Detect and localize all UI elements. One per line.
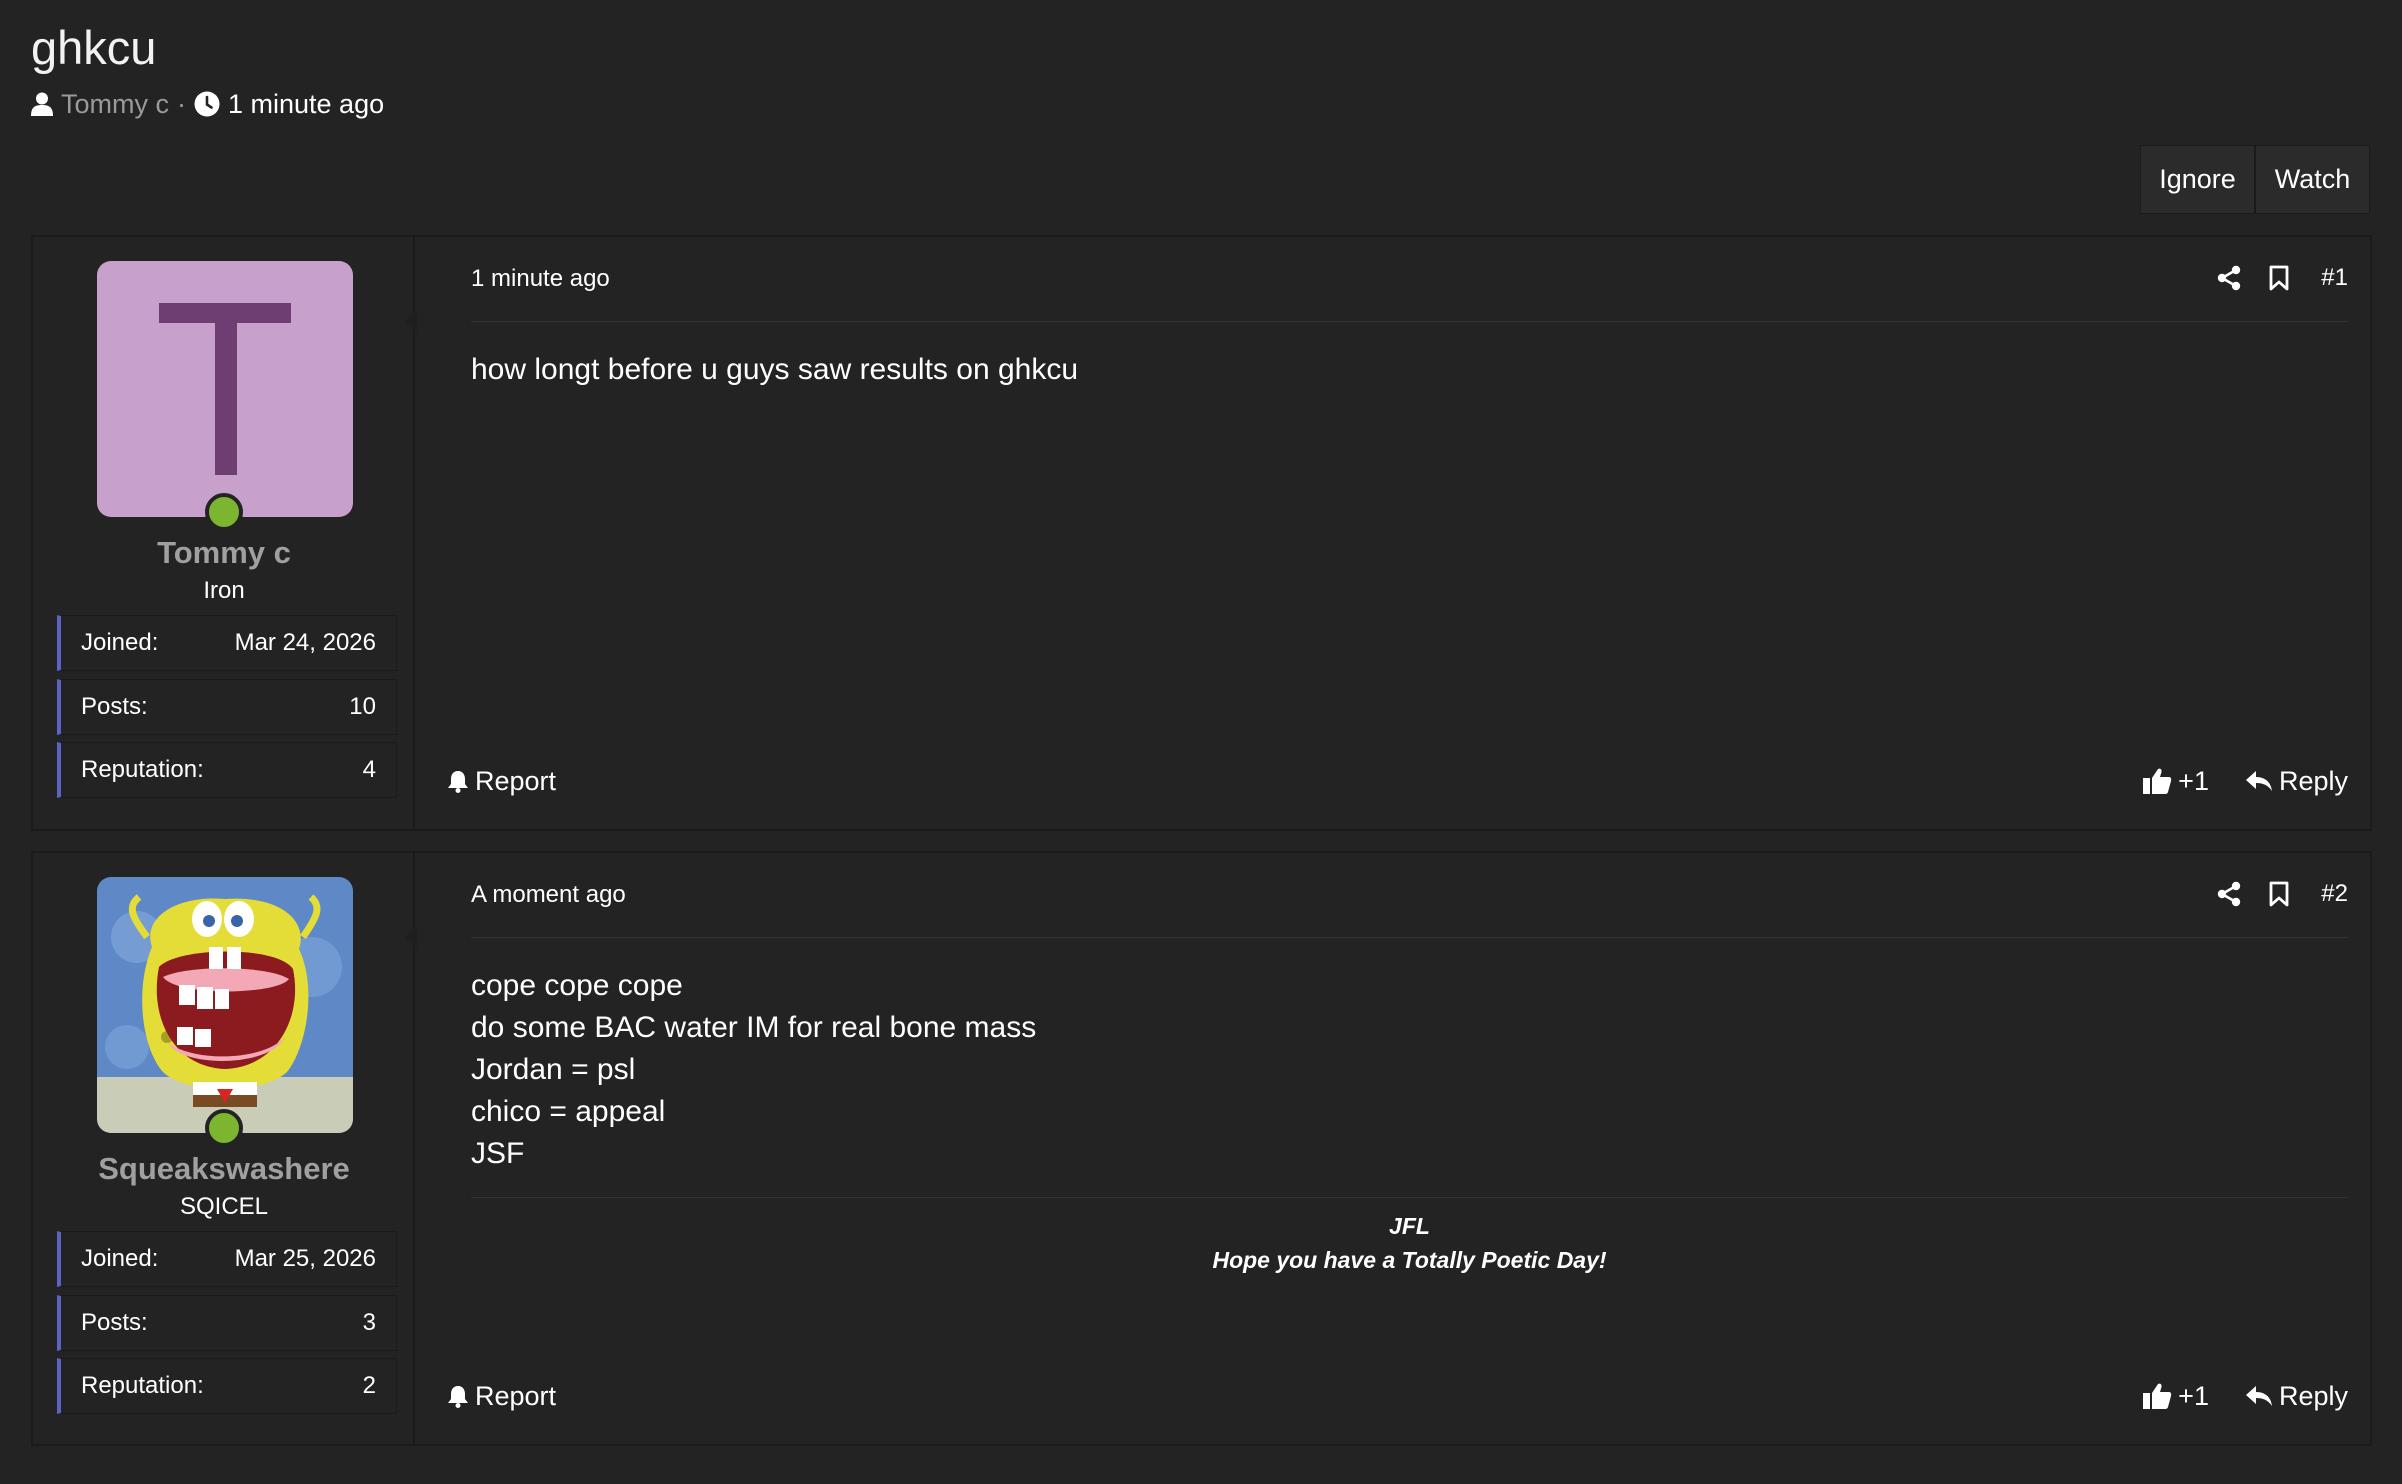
user-title: Iron xyxy=(203,577,245,604)
user-title: SQICEL xyxy=(179,1193,269,1220)
message-line: JSF xyxy=(471,1137,525,1170)
meta-separator: · xyxy=(177,88,186,119)
reply-icon xyxy=(2245,771,2272,791)
reply-button[interactable]: Reply xyxy=(2245,1381,2348,1412)
stat-reputation: Reputation: 2 xyxy=(57,1358,397,1414)
reply-icon xyxy=(2245,1386,2272,1406)
stat-label: Posts: xyxy=(81,693,148,720)
post-number-link[interactable]: #1 xyxy=(2321,264,2348,292)
thumbs-up-icon xyxy=(2143,768,2172,794)
avatar[interactable] xyxy=(97,261,353,517)
stat-joined: Joined: Mar 25, 2026 xyxy=(57,1231,397,1287)
post-tools: #1 xyxy=(2189,263,2348,293)
username-link[interactable]: Tommy c xyxy=(33,535,415,571)
like-count: +1 xyxy=(2178,765,2209,796)
username-link[interactable]: Squeakswashere xyxy=(33,1151,415,1187)
post-number-link[interactable]: #2 xyxy=(2321,880,2348,908)
thread-page: ghkcu Tommy c · 1 minute ago Ignore Watc… xyxy=(0,0,2402,1484)
post-tools: #2 xyxy=(2189,879,2348,909)
ignore-button[interactable]: Ignore xyxy=(2140,145,2255,214)
report-label: Report xyxy=(475,1380,557,1411)
report-label: Report xyxy=(475,765,557,796)
thread-title: ghkcu xyxy=(31,21,157,74)
online-status-dot xyxy=(205,1109,243,1147)
reply-button[interactable]: Reply xyxy=(2245,766,2348,797)
signature-divider xyxy=(471,1197,2348,1198)
stat-value: 10 xyxy=(349,693,376,720)
message-line: Jordan = psl xyxy=(471,1053,636,1086)
bookmark-icon[interactable] xyxy=(2269,881,2289,907)
post-message: cope cope cope do some BAC water IM for … xyxy=(471,965,1036,1175)
stat-value: Mar 24, 2026 xyxy=(234,629,376,656)
stat-posts: Posts: 10 xyxy=(57,679,397,735)
bookmark-icon[interactable] xyxy=(2269,265,2289,291)
message-line: do some BAC water IM for real bone mass xyxy=(471,1011,1037,1044)
post-header-divider xyxy=(471,937,2348,938)
post-user-panel: Squeakswashere SQICEL Joined: Mar 25, 20… xyxy=(33,853,415,1444)
online-status-dot xyxy=(205,493,243,531)
stat-label: Posts: xyxy=(81,1309,148,1336)
stat-value: Mar 25, 2026 xyxy=(234,1245,376,1272)
stat-label: Joined: xyxy=(81,1245,159,1272)
avatar-image xyxy=(97,877,353,1133)
stat-reputation: Reputation: 4 xyxy=(57,742,397,798)
post-body: 1 minute ago #1 how longt before u guys … xyxy=(405,237,2370,829)
post: Tommy c Iron Joined: Mar 24, 2026 Posts:… xyxy=(31,235,2372,831)
stat-joined: Joined: Mar 24, 2026 xyxy=(57,615,397,671)
like-button[interactable]: +1 xyxy=(2142,766,2209,797)
bell-icon xyxy=(448,1386,468,1408)
post-user-panel: Tommy c Iron Joined: Mar 24, 2026 Posts:… xyxy=(33,237,415,829)
avatar-letter-graphic xyxy=(159,303,291,475)
post-date[interactable]: 1 minute ago xyxy=(471,265,610,293)
user-icon xyxy=(31,92,53,116)
clock-icon xyxy=(194,91,220,117)
post-header-divider xyxy=(471,321,2348,322)
thread-actions: Ignore Watch xyxy=(2140,145,2370,214)
like-button[interactable]: +1 xyxy=(2142,1381,2209,1412)
share-icon[interactable] xyxy=(2217,881,2241,907)
reply-label: Reply xyxy=(2278,765,2348,796)
stat-value: 3 xyxy=(362,1309,376,1336)
post: Squeakswashere SQICEL Joined: Mar 25, 20… xyxy=(31,851,2372,1446)
message-line: how longt before u guys saw results on g… xyxy=(471,353,1079,386)
thread-meta: Tommy c · 1 minute ago xyxy=(31,86,384,122)
report-button[interactable]: Report xyxy=(447,1381,556,1412)
post-date[interactable]: A moment ago xyxy=(471,881,626,909)
signature-line: JFL xyxy=(1389,1213,1430,1239)
watch-button[interactable]: Watch xyxy=(2255,145,2370,214)
stat-value: 4 xyxy=(362,756,376,783)
stat-label: Reputation: xyxy=(81,1372,204,1399)
post-body: A moment ago #2 cope cope cope do some B… xyxy=(405,853,2370,1444)
post-pointer-arrow xyxy=(405,309,417,333)
avatar[interactable] xyxy=(97,877,353,1133)
like-count: +1 xyxy=(2178,1380,2209,1411)
user-signature: JFL Hope you have a Totally Poetic Day! xyxy=(471,1209,2348,1277)
post-pointer-arrow xyxy=(405,925,417,949)
stat-posts: Posts: 3 xyxy=(57,1295,397,1351)
thread-author-link[interactable]: Tommy c xyxy=(61,89,169,120)
message-line: cope cope cope xyxy=(471,969,683,1002)
share-icon[interactable] xyxy=(2217,265,2241,291)
post-message: how longt before u guys saw results on g… xyxy=(471,349,1078,391)
message-line: chico = appeal xyxy=(471,1095,666,1128)
reply-label: Reply xyxy=(2278,1380,2348,1411)
stat-value: 2 xyxy=(362,1372,376,1399)
bell-icon xyxy=(448,771,468,793)
signature-line: Hope you have a Totally Poetic Day! xyxy=(1212,1247,1607,1273)
post-footer: Report +1 Reply xyxy=(447,1376,2348,1416)
post-footer: Report +1 Reply xyxy=(447,761,2348,801)
stat-label: Joined: xyxy=(81,629,159,656)
thread-time: 1 minute ago xyxy=(228,88,385,119)
thumbs-up-icon xyxy=(2143,1383,2172,1409)
report-button[interactable]: Report xyxy=(447,766,556,797)
stat-label: Reputation: xyxy=(81,756,204,783)
